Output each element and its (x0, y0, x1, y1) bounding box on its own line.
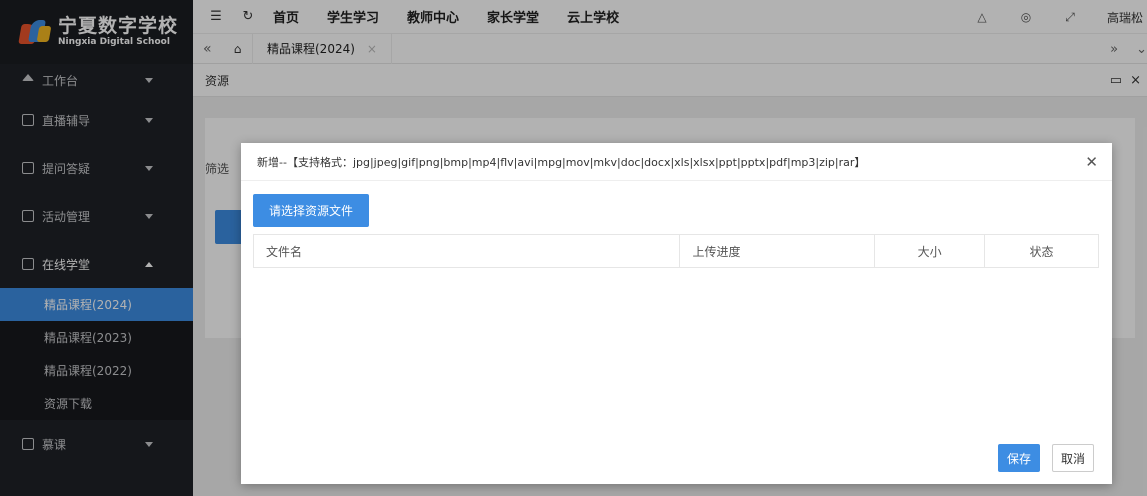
select-file-button[interactable]: 请选择资源文件 (253, 194, 370, 227)
upload-dialog: 新增--【支持格式：jpg|jpeg|gif|png|bmp|mp4|flv|a… (241, 143, 1112, 484)
dialog-title: 新增--【支持格式：jpg|jpeg|gif|png|bmp|mp4|flv|a… (241, 143, 1112, 181)
cancel-button[interactable]: 取消 (1052, 444, 1094, 472)
close-icon[interactable]: ✕ (1085, 153, 1098, 171)
column-status: 状态 (984, 234, 1099, 268)
save-button[interactable]: 保存 (998, 444, 1040, 472)
column-size: 大小 (874, 234, 986, 268)
column-filename: 文件名 (252, 234, 681, 268)
file-table: 文件名 上传进度 大小 状态 (252, 234, 1099, 268)
dialog-title-text: 新增--【支持格式：jpg|jpeg|gif|png|bmp|mp4|flv|a… (257, 155, 866, 169)
column-progress: 上传进度 (679, 234, 876, 268)
